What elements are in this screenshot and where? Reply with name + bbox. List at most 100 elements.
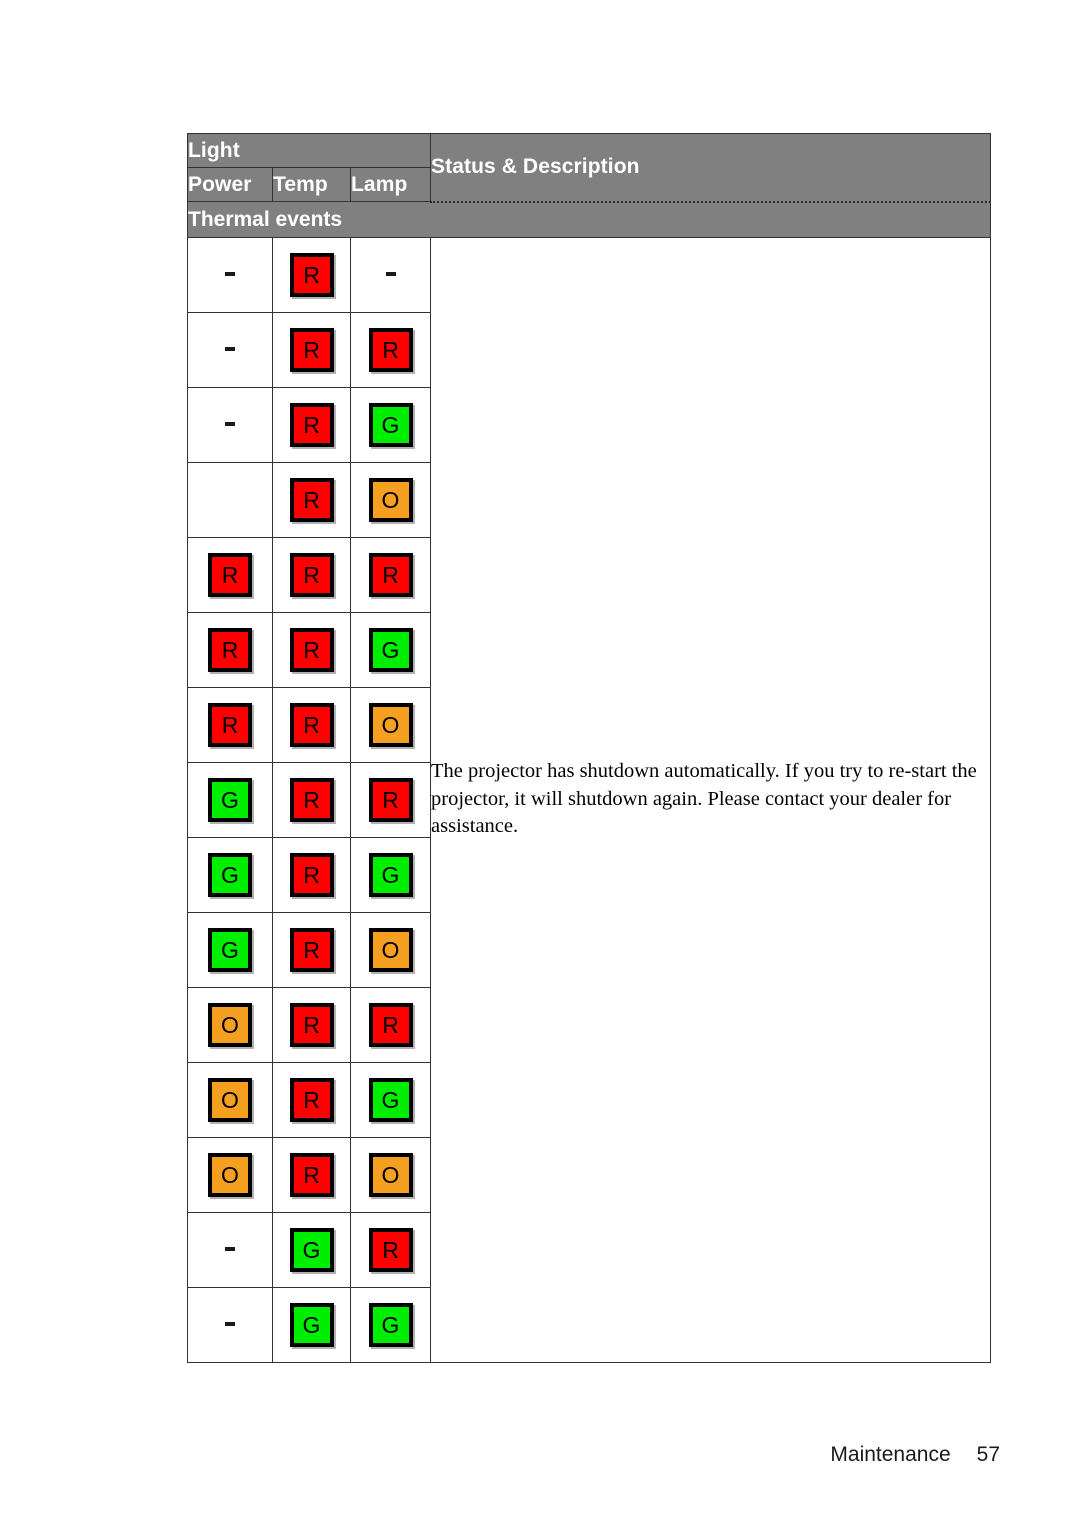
led-cell-power [187,461,273,538]
page-footer: Maintenance 57 [0,1443,1000,1467]
led-cell-temp: R [272,986,351,1063]
led-cell-lamp: G [349,386,432,463]
led-cell-power: R [187,536,273,613]
led-cell-lamp: G [349,1061,432,1138]
table-row: R The projector has shutdown automaticall… [187,236,992,1363]
led-indicator-temp: R [289,702,334,747]
footer-section-label: Maintenance [830,1443,951,1466]
led-cell-power: G [187,836,273,913]
led-cell-lamp: O [349,461,432,538]
led-indicator-lamp: R [368,777,413,822]
led-cell-temp: R [272,236,351,313]
led-cell-lamp: R [349,1211,432,1288]
led-indicator-lamp: R [368,327,413,372]
led-cell-power: O [187,1136,273,1213]
led-cell-power [187,311,273,388]
led-cell-temp: G [272,1211,351,1288]
led-cell-power [187,1286,273,1363]
led-cell-power: O [187,1061,273,1138]
header-temp: Temp [272,167,351,202]
table-header-row-light: Light Status & Description [186,133,992,203]
led-indicator-lamp: R [368,1002,413,1047]
led-cell-temp: R [272,311,351,388]
led-indicator-lamp: G [368,1302,413,1347]
led-cell-lamp: R [349,311,432,388]
led-cell-power: O [187,986,273,1063]
led-indicator-temp: G [289,1227,334,1272]
led-cell-temp: R [272,911,351,988]
footer-page-number: 57 [976,1443,1000,1466]
status-description-text: The projector has shutdown automatically… [431,760,977,838]
document-page: Light Status & Description Power Temp La… [0,0,1080,1529]
led-cell-temp: R [272,761,351,838]
led-indicator-temp: R [289,402,334,447]
led-cell-power [187,386,273,463]
table-body: Light Status & Description Power Temp La… [186,133,992,1363]
led-off-dash-lamp [385,272,396,277]
table-section-row-thermal-events: Thermal events [186,201,992,238]
led-indicator-power: G [208,852,252,897]
led-indicator-power: G [208,777,252,822]
header-light: Light [186,133,432,168]
led-indicator-lamp: R [368,552,413,597]
led-indicator-lamp: G [368,402,413,447]
led-indicator-temp: R [289,1152,334,1197]
led-status-table: Light Status & Description Power Temp La… [186,133,992,1363]
led-indicator-power: O [208,1152,252,1197]
led-cell-temp: R [272,611,351,688]
led-cell-lamp: G [349,1286,432,1363]
led-indicator-power: O [208,1002,252,1047]
led-cell-lamp: G [349,836,432,913]
led-indicator-lamp: O [368,702,413,747]
led-indicator-temp: R [289,327,334,372]
led-off-dash-power [225,272,235,277]
status-description-cell: The projector has shutdown automatically… [430,236,992,1363]
led-indicator-temp: R [289,477,334,522]
led-indicator-lamp: G [368,852,413,897]
led-indicator-power: G [208,927,252,972]
led-cell-lamp: R [349,986,432,1063]
led-cell-power: R [187,686,273,763]
led-indicator-temp: R [289,552,334,597]
led-indicator-temp: R [289,852,334,897]
led-cell-temp: G [272,1286,351,1363]
led-indicator-lamp: O [368,477,413,522]
led-cell-lamp: O [349,911,432,988]
led-off-dash-power [225,1247,235,1252]
led-indicator-lamp: O [368,927,413,972]
led-cell-temp: R [272,536,351,613]
led-cell-temp: R [272,836,351,913]
led-indicator-temp: R [289,927,334,972]
led-indicator-temp: R [289,627,334,672]
led-off-dash-power [225,347,235,352]
led-indicator-temp: R [289,1002,334,1047]
led-cell-temp: R [272,686,351,763]
led-cell-temp: R [272,386,351,463]
led-cell-power: R [187,611,273,688]
led-cell-lamp: R [349,761,432,838]
led-cell-power [187,236,273,313]
led-indicator-temp: G [289,1302,334,1347]
led-indicator-power: R [208,552,252,597]
led-indicator-lamp: G [368,627,413,672]
led-cell-temp: R [272,1136,351,1213]
led-indicator-temp: R [289,252,334,297]
led-cell-lamp: G [349,611,432,688]
led-indicator-power: R [208,702,252,747]
led-indicator-power: R [208,627,252,672]
header-lamp: Lamp [349,167,432,202]
led-indicator-temp: R [289,1077,334,1122]
led-indicator-power: O [208,1077,252,1122]
led-cell-lamp: O [349,686,432,763]
led-off-dash-power [225,1322,235,1327]
led-cell-temp: R [272,1061,351,1138]
header-status-description: Status & Description [430,133,992,203]
led-indicator-lamp: G [368,1077,413,1122]
header-power: Power [187,167,273,202]
led-cell-lamp [349,236,432,313]
led-cell-lamp: R [349,536,432,613]
section-title-thermal-events: Thermal events [186,201,992,238]
led-cell-lamp: O [349,1136,432,1213]
led-indicator-lamp: O [368,1152,413,1197]
led-cell-power: G [187,761,273,838]
